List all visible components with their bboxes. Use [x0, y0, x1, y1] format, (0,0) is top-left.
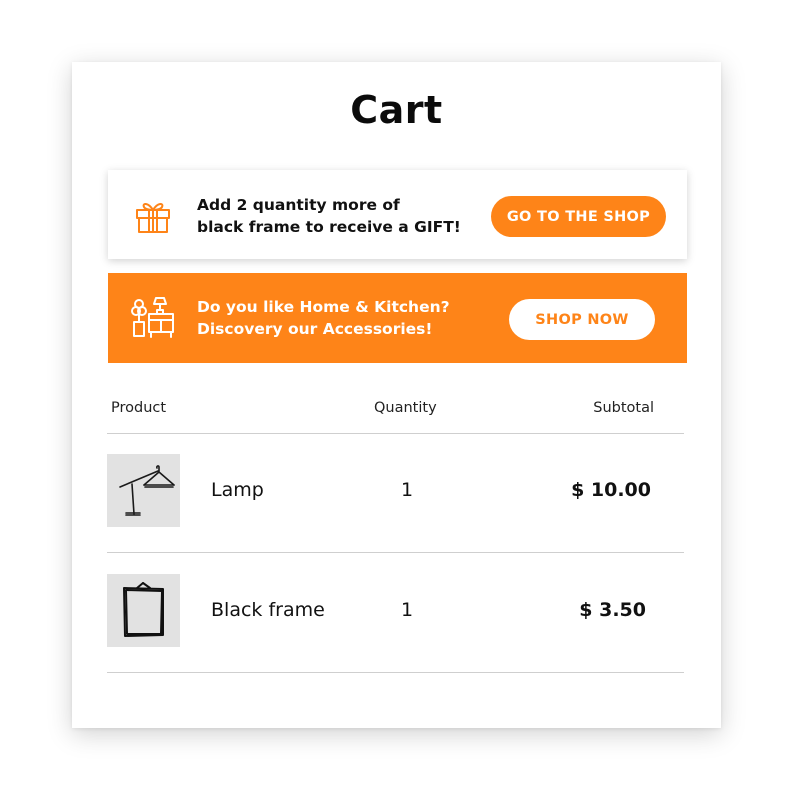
- gift-message: Add 2 quantity more of black frame to re…: [197, 194, 477, 238]
- cart-table-header: Product Quantity Subtotal: [107, 400, 684, 420]
- page-title: Cart: [350, 88, 443, 132]
- gift-message-line-1: Add 2 quantity more of: [197, 196, 400, 214]
- header-subtotal: Subtotal: [593, 400, 654, 416]
- product-name[interactable]: Black frame: [211, 599, 325, 621]
- product-quantity: 1: [400, 479, 414, 501]
- divider: [107, 433, 684, 434]
- divider: [107, 672, 684, 673]
- header-product: Product: [111, 400, 167, 416]
- cart-row: Black frame 1 $ 3.50: [107, 574, 684, 648]
- product-subtotal: $ 3.50: [579, 599, 646, 621]
- frame-image[interactable]: [107, 574, 180, 647]
- promo-message-line-1: Do you like Home & Kitchen?: [197, 298, 450, 316]
- home-furniture-icon: [130, 294, 176, 340]
- gift-message-line-2: black frame to receive a GIFT!: [197, 218, 461, 236]
- promo-message-line-2: Discovery our Accessories!: [197, 320, 433, 338]
- header-quantity: Quantity: [374, 400, 437, 416]
- gift-banner: Add 2 quantity more of black frame to re…: [108, 170, 687, 259]
- lamp-image[interactable]: [107, 454, 180, 527]
- go-to-shop-button[interactable]: GO TO THE SHOP: [491, 196, 666, 237]
- cart-card: Cart Add 2 quantity more of black frame …: [72, 62, 721, 728]
- gift-icon: [130, 191, 176, 237]
- promo-banner: Do you like Home & Kitchen? Discovery ou…: [108, 273, 687, 363]
- promo-message: Do you like Home & Kitchen? Discovery ou…: [197, 296, 477, 340]
- divider: [107, 552, 684, 553]
- product-subtotal: $ 10.00: [571, 479, 651, 501]
- shop-now-button[interactable]: SHOP NOW: [509, 299, 655, 340]
- product-quantity: 1: [400, 599, 414, 621]
- cart-row: Lamp 1 $ 10.00: [107, 454, 684, 528]
- product-name[interactable]: Lamp: [211, 479, 264, 501]
